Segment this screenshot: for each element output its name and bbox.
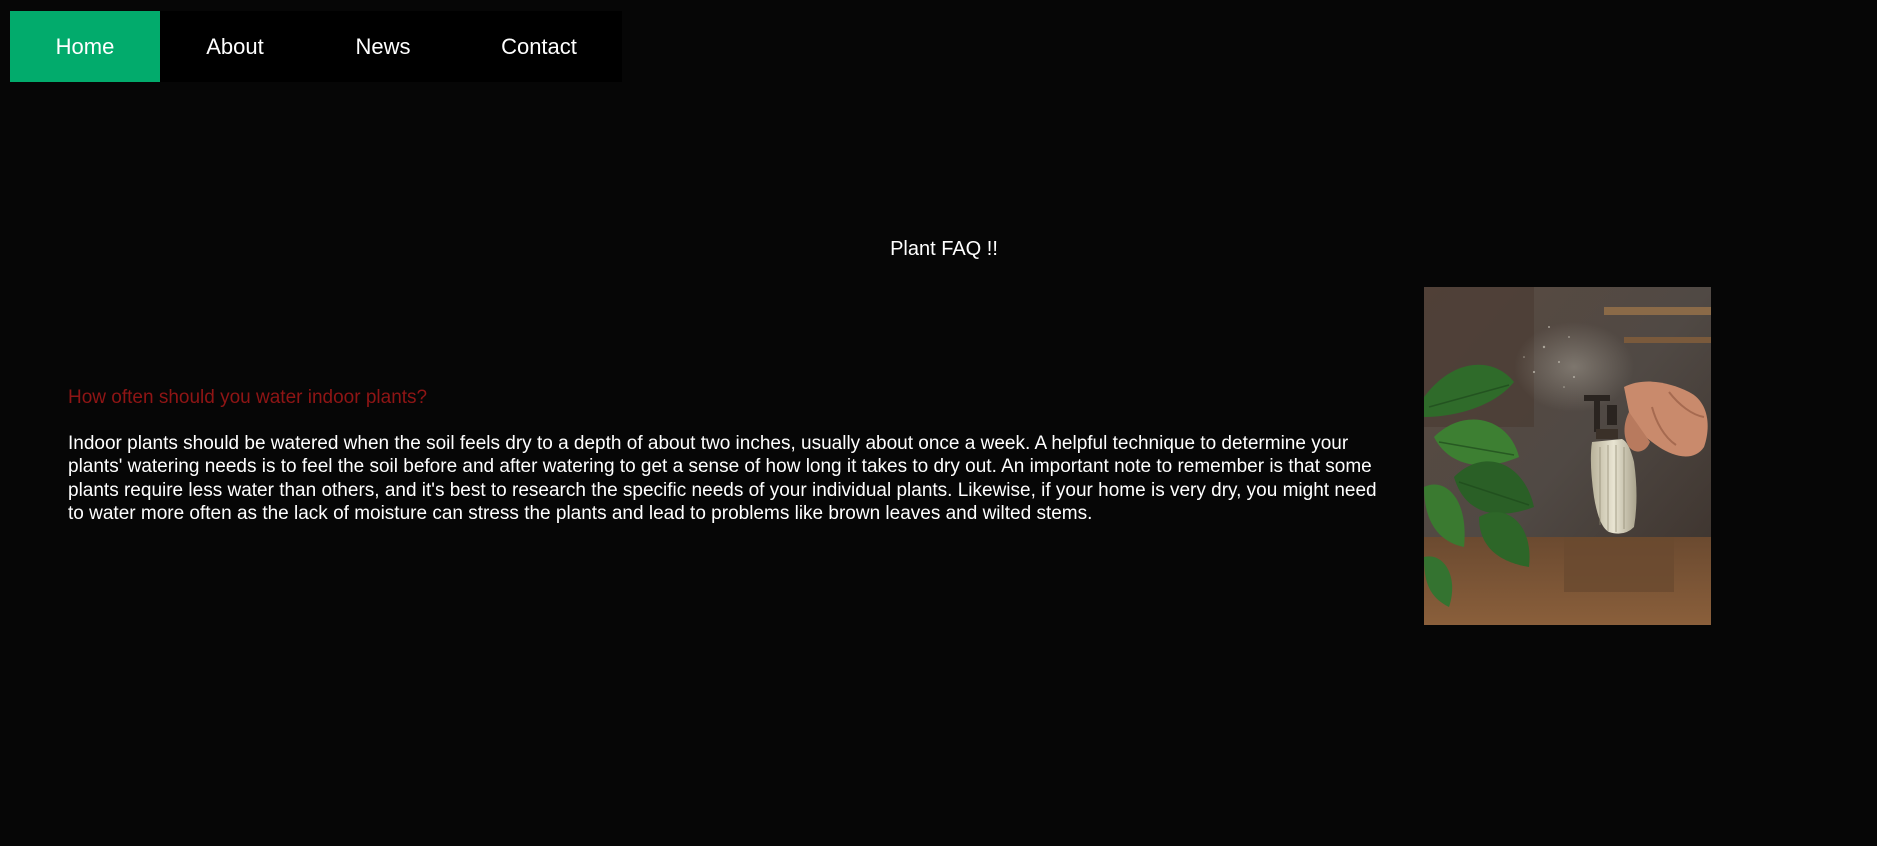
top-navigation: Home About News Contact bbox=[10, 11, 622, 82]
nav-news-link[interactable]: News bbox=[310, 11, 456, 82]
nav-home-link[interactable]: Home bbox=[10, 11, 160, 82]
page-title: Plant FAQ !! bbox=[890, 238, 998, 260]
nav-about-link[interactable]: About bbox=[160, 11, 310, 82]
nav-contact-link[interactable]: Contact bbox=[456, 11, 622, 82]
page: Home About News Contact Plant FAQ !! How… bbox=[0, 0, 1877, 846]
plant-watering-photo bbox=[1424, 287, 1711, 625]
faq-answer: Indoor plants should be watered when the… bbox=[68, 433, 1377, 524]
faq-question: How often should you water indoor plants… bbox=[68, 387, 428, 408]
